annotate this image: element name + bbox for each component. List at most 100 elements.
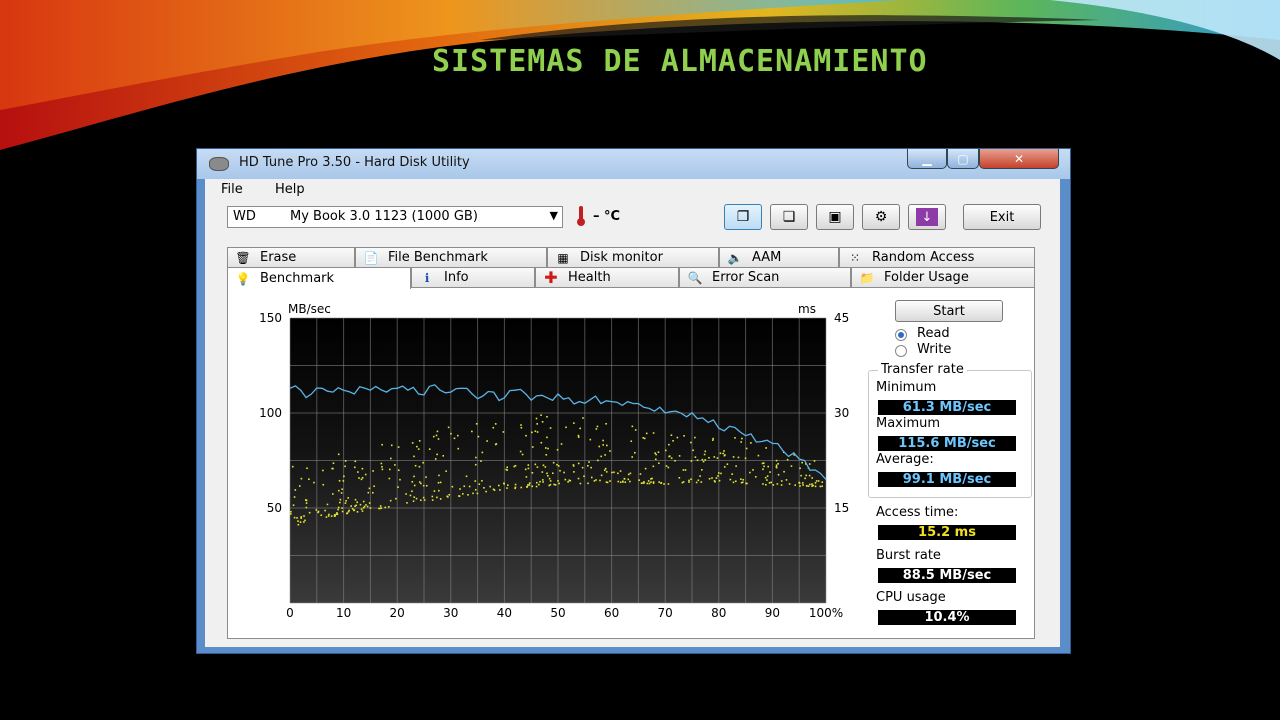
access-time-point [799, 467, 801, 470]
minimize-button[interactable]: ▁ [907, 149, 947, 169]
access-time-point [749, 471, 751, 474]
access-time-point [425, 476, 427, 478]
access-time-point [360, 508, 363, 510]
drive-select[interactable]: WD My Book 3.0 1123 (1000 GB) ▼ [227, 206, 563, 228]
access-time-point [703, 453, 706, 456]
access-time-point [652, 432, 655, 434]
access-time-point [492, 426, 495, 429]
access-time-point [563, 471, 565, 474]
access-time-point [381, 466, 383, 468]
access-time-point [436, 430, 439, 433]
access-time-point [524, 468, 527, 471]
access-time-point [741, 437, 743, 440]
close-button[interactable]: ✕ [979, 149, 1059, 169]
access-time-point [763, 465, 765, 468]
access-time-point [762, 483, 764, 485]
tab-health[interactable]: ✚ Health [535, 267, 679, 287]
access-time-point [525, 434, 527, 437]
access-time-point [411, 490, 413, 493]
tab-error-scan[interactable]: 🔍 Error Scan [679, 267, 851, 287]
access-time-point [777, 473, 780, 476]
exit-button[interactable]: Exit [963, 204, 1041, 230]
access-time-point [333, 514, 336, 516]
tab-aam[interactable]: 🔈 AAM [719, 247, 839, 267]
access-time-point [587, 482, 589, 485]
start-button[interactable]: Start [895, 300, 1003, 322]
access-time-point [702, 460, 705, 463]
access-time-point [428, 448, 431, 450]
access-time-point [776, 483, 779, 485]
tab-info[interactable]: ℹ Info [411, 267, 535, 287]
access-time-point [581, 466, 584, 469]
access-time-point [701, 469, 703, 471]
access-time-point [304, 499, 307, 501]
menu-help[interactable]: Help [275, 182, 305, 197]
access-time-point [351, 508, 354, 510]
slide-title: SISTEMAS DE ALMACENAMIENTO [432, 44, 928, 79]
access-time-point [631, 456, 634, 458]
tab-disk-monitor[interactable]: ▦ Disk monitor [547, 247, 719, 267]
access-time-point [458, 495, 460, 497]
benchmark-panel: 0 10 20 30 40 50 60 70 80 90 100% 150 100 50 45 30 15 MB… [227, 287, 1035, 639]
access-time-point [534, 463, 537, 466]
access-time-point [604, 454, 606, 456]
tab-benchmark[interactable]: 💡 Benchmark [227, 267, 411, 289]
access-time-point [605, 422, 607, 425]
access-time-point [535, 485, 538, 488]
window-titlebar[interactable]: HD Tune Pro 3.50 - Hard Disk Utility ▁ ▢… [197, 149, 1070, 179]
access-time-point [416, 445, 418, 448]
access-time-point [542, 481, 544, 483]
access-time-point [768, 481, 771, 484]
menu-file[interactable]: File [221, 182, 243, 197]
options-button[interactable]: ⚙ [862, 204, 900, 230]
access-time-point [415, 497, 418, 500]
access-time-point [557, 465, 560, 467]
read-radio[interactable] [895, 329, 907, 341]
access-time-point [481, 451, 484, 454]
access-time-point [644, 467, 647, 470]
access-time-point [799, 485, 801, 487]
access-time-point [465, 475, 468, 478]
access-time-point [657, 451, 660, 453]
access-time-point [384, 506, 387, 509]
maximize-button[interactable]: ▢ [947, 149, 979, 169]
tab-file-benchmark[interactable]: 📄 File Benchmark [355, 247, 547, 267]
access-time-point [527, 467, 530, 470]
access-time-point [627, 473, 630, 476]
access-time-point [602, 444, 604, 446]
copy-text-button[interactable]: ❐ [724, 204, 762, 230]
access-time-point [519, 450, 522, 453]
access-time-point [647, 480, 650, 482]
access-time-point [361, 476, 364, 479]
access-time-point [356, 501, 358, 504]
access-time-point [535, 417, 538, 420]
tab-erase[interactable]: 🗑 Erase [227, 247, 355, 267]
access-time-point [528, 484, 531, 486]
access-time-point [812, 484, 814, 487]
access-time-point [740, 481, 743, 484]
access-time-point [579, 427, 581, 430]
access-time-point [559, 469, 561, 472]
access-time-point [542, 479, 544, 481]
tab-random-access[interactable]: ⁙ Random Access [839, 247, 1035, 267]
access-time-point [577, 477, 580, 480]
access-time-point [658, 462, 660, 465]
save-button[interactable]: ▣ [816, 204, 854, 230]
access-time-point [745, 447, 748, 450]
access-time-point [506, 487, 508, 489]
access-time-point [639, 473, 642, 475]
access-time-point [417, 448, 420, 450]
download-button[interactable]: ↓ [908, 204, 946, 230]
folder-icon: 📁 [859, 270, 875, 285]
access-time-point [536, 423, 539, 425]
access-time-point [775, 466, 778, 468]
tab-folder-usage[interactable]: 📁 Folder Usage [851, 267, 1035, 287]
write-radio[interactable] [895, 345, 907, 357]
thermometer-icon [577, 206, 585, 226]
menu-bar: File Help [205, 179, 1060, 201]
copy-screenshot-button[interactable]: ❏ [770, 204, 808, 230]
access-time-point [425, 484, 428, 487]
access-time-point [740, 441, 743, 443]
access-time-point [821, 481, 824, 484]
access-time-point [344, 465, 346, 468]
